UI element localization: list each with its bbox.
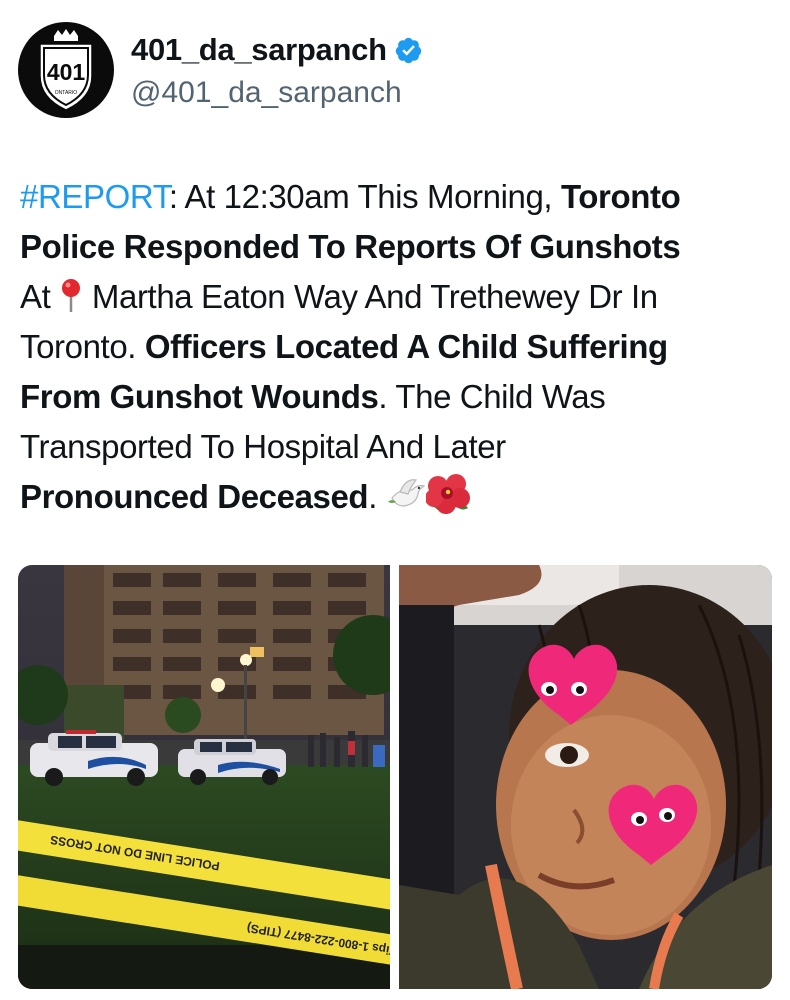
display-name[interactable]: 401_da_sarpanch [131, 32, 387, 68]
author-handle[interactable]: @401_da_sarpanch [131, 76, 402, 110]
tweet-text-span: Martha Eaton Way And Trethewey Dr In [83, 278, 658, 315]
tweet-line-2: Police Responded To Reports Of Gunshots [20, 228, 681, 265]
tweet-line-4: Toronto. Officers Located A Child Suffer… [20, 322, 780, 372]
media-grid: POLICE LINE DO NOT CROSS Tips 1-800-222-… [18, 565, 772, 989]
tweet-line-7: Pronounced Deceased. [20, 472, 780, 522]
shield-region: ONTARIO [55, 90, 78, 96]
tweet-text-span: At [20, 278, 60, 315]
verified-badge-icon [395, 37, 421, 63]
photo-police-scene[interactable]: POLICE LINE DO NOT CROSS Tips 1-800-222-… [18, 565, 390, 989]
tweet-text-span: : At 12:30am This Morning, [168, 178, 561, 215]
tweet-bold-span: From Gunshot Wounds [20, 378, 379, 415]
police-scene-photo: POLICE LINE DO NOT CROSS Tips 1-800-222-… [18, 565, 390, 989]
shield-number: 401 [47, 59, 86, 85]
tweet-text-span: . [368, 478, 386, 515]
author-name-row[interactable]: 401_da_sarpanch [131, 32, 423, 68]
round-pushpin-emoji [62, 279, 81, 312]
hibiscus-emoji [425, 474, 470, 514]
tweet-bold-span: Officers Located A Child Suffering [144, 328, 668, 365]
highway-401-shield-icon: 401 ONTARIO [39, 29, 93, 111]
tweet-line-3: At Martha Eaton Way And Trethewey Dr In [20, 272, 780, 322]
tweet-line-1: #REPORT: At 12:30am This Morning, Toront… [20, 172, 780, 222]
photo-child[interactable] [399, 565, 772, 989]
tweet-text-span: Toronto. [20, 328, 145, 365]
tweet-line-6: Transported To Hospital And Later [20, 428, 506, 465]
tweet-line-5: From Gunshot Wounds. The Child Was [20, 372, 780, 422]
tweet-bold-span: Pronounced Deceased [20, 478, 369, 515]
child-portrait-photo [399, 565, 772, 989]
hashtag-link[interactable]: #REPORT [20, 178, 169, 215]
tweet-text: #REPORT: At 12:30am This Morning, Toront… [20, 172, 780, 522]
tweet-text-span: . The Child Was [378, 378, 606, 415]
dove-emoji [387, 479, 426, 507]
tweet-bold-span: Toronto [560, 178, 681, 215]
avatar[interactable]: 401 ONTARIO [18, 22, 114, 118]
